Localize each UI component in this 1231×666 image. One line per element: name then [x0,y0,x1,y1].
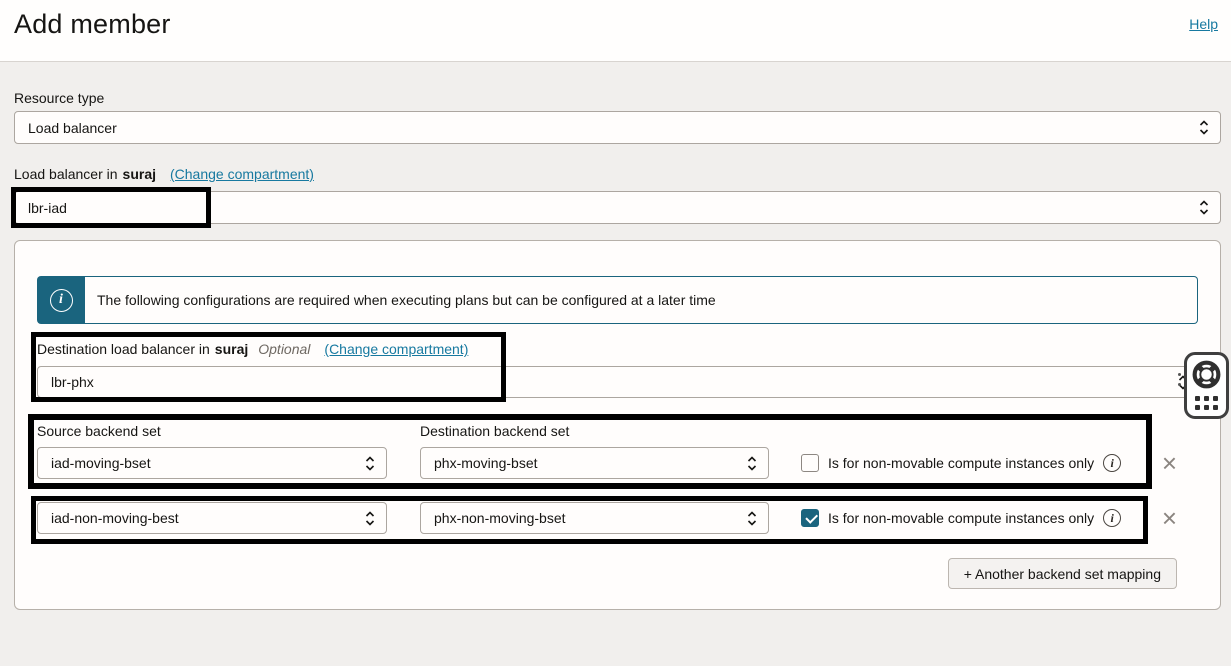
page-header: Add member Help [0,0,1231,62]
source-lb-value: lbr-iad [28,200,67,216]
info-icon[interactable]: i [1103,509,1121,527]
widget-handle-dot [1178,373,1181,376]
source-backend-set-header: Source backend set [37,423,161,439]
resource-type-value: Load balancer [28,120,117,136]
non-movable-checkbox[interactable] [801,454,819,472]
overlay-widget[interactable] [1184,352,1229,419]
non-movable-checkbox-group: Is for non-movable compute instances onl… [801,509,1121,527]
chevron-updown-icon [1199,199,1209,216]
source-backend-set-value: iad-non-moving-best [51,510,179,526]
remove-row-button[interactable]: × [1162,454,1177,472]
lifebuoy-icon[interactable] [1190,358,1223,391]
dest-lb-label: Destination load balancer in suraj Optio… [37,341,468,357]
source-backend-set-select[interactable]: iad-moving-bset [37,447,387,479]
chevron-updown-icon [1199,119,1209,136]
remove-row-button[interactable]: × [1162,509,1177,527]
chevron-updown-icon [365,510,375,527]
source-backend-set-select[interactable]: iad-non-moving-best [37,502,387,534]
dest-lb-compartment: suraj [215,341,248,357]
help-link[interactable]: Help [1189,16,1218,32]
source-lb-change-compartment-link[interactable]: (Change compartment) [170,166,314,182]
source-lb-select[interactable]: lbr-iad [14,191,1221,224]
destination-backend-set-select[interactable]: phx-moving-bset [420,447,769,479]
non-movable-checkbox[interactable] [801,509,819,527]
destination-backend-set-select[interactable]: phx-non-moving-bset [420,502,769,534]
non-movable-checkbox-label: Is for non-movable compute instances onl… [828,455,1094,471]
dest-lb-select[interactable]: lbr-phx [37,366,1200,398]
resource-type-select[interactable]: Load balancer [14,111,1221,144]
non-movable-checkbox-group: Is for non-movable compute instances onl… [801,454,1121,472]
dest-lb-value: lbr-phx [51,374,94,390]
info-icon: i [50,289,73,312]
page-title: Add member [14,9,171,40]
add-backend-set-mapping-button[interactable]: + Another backend set mapping [948,558,1177,589]
destination-backend-set-header: Destination backend set [420,423,569,439]
chevron-updown-icon [747,510,757,527]
chevron-updown-icon [747,455,757,472]
mapping-row: iad-moving-bset phx-moving-bset Is for n… [37,447,1177,479]
resource-type-label: Resource type [14,90,104,106]
grid-dots-icon[interactable] [1195,396,1218,410]
source-lb-label: Load balancer in suraj (Change compartme… [14,166,314,182]
optional-tag: Optional [258,341,310,357]
info-banner-icon-block: i [37,276,85,324]
add-member-page: Add member Help Resource type Load balan… [0,0,1231,666]
source-backend-set-value: iad-moving-bset [51,455,151,471]
config-panel: i The following configurations are requi… [14,240,1221,610]
destination-backend-set-value: phx-non-moving-bset [434,510,566,526]
source-lb-compartment: suraj [123,166,156,182]
destination-backend-set-value: phx-moving-bset [434,455,538,471]
mapping-column-headers: Source backend set Destination backend s… [15,423,1220,440]
chevron-updown-icon [365,455,375,472]
non-movable-checkbox-label: Is for non-movable compute instances onl… [828,510,1094,526]
widget-handle-dot [1178,383,1181,386]
dest-lb-change-compartment-link[interactable]: (Change compartment) [324,341,468,357]
info-icon[interactable]: i [1103,454,1121,472]
dest-lb-label-prefix: Destination load balancer in [37,341,210,357]
info-banner-text: The following configurations are require… [85,276,1198,324]
mapping-row: iad-non-moving-best phx-non-moving-bset … [37,502,1177,534]
source-lb-label-prefix: Load balancer in [14,166,118,182]
info-banner: i The following configurations are requi… [37,276,1198,324]
